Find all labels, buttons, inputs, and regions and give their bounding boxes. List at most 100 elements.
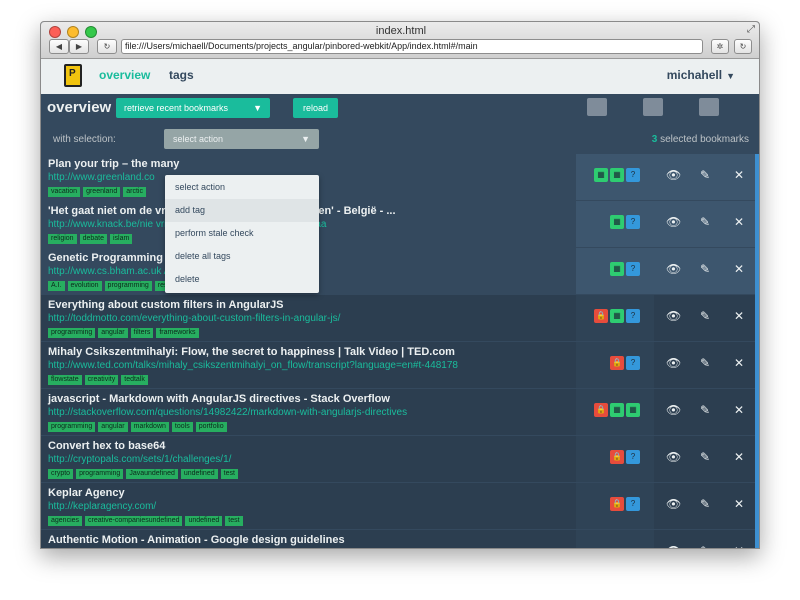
edit-icon[interactable]: ✎ (698, 450, 712, 464)
view-icon[interactable]: 👁 (666, 544, 681, 548)
delete-icon[interactable]: ✕ (732, 544, 746, 548)
user-menu[interactable]: michahell ▼ (667, 68, 735, 82)
tag-badge[interactable]: programming (76, 469, 124, 479)
refresh-button[interactable]: ↻ (734, 39, 752, 54)
delete-icon[interactable]: ✕ (732, 309, 746, 323)
bookmark-row[interactable]: 'Het gaat niet om de vrijh r om de vrijh… (41, 201, 755, 248)
browser-reload-button[interactable]: ↻ (97, 39, 117, 54)
bookmark-row[interactable]: Everything about custom filters in Angul… (41, 295, 755, 342)
tag-badge[interactable]: angular (98, 328, 128, 338)
bookmark-row[interactable]: Keplar Agency http://keplaragency.com/age… (41, 483, 755, 530)
status-green-icon[interactable]: ▦ (610, 309, 624, 323)
bookmark-url[interactable]: http://www.ted.com/talks/mihaly_csikszen… (48, 360, 458, 371)
tag-badge[interactable]: Javaundefined (126, 469, 178, 479)
settings-button[interactable]: ✲ (711, 39, 729, 54)
bookmark-main[interactable]: Everything about custom filters in Angul… (41, 295, 576, 341)
bookmark-main[interactable]: Mihaly Csikszentmihalyi: Flow, the secre… (41, 342, 576, 388)
bookmark-url[interactable]: http://toddmotto.com/everything-about-cu… (48, 313, 340, 324)
status-green-icon[interactable]: ▦ (610, 262, 624, 276)
edit-icon[interactable]: ✎ (698, 309, 712, 323)
bookmark-url[interactable]: http://keplaragency.com/ (48, 501, 156, 512)
bookmark-url[interactable]: http://cryptopals.com/sets/1/challenges/… (48, 454, 231, 465)
tag-badge[interactable]: portfolio (195, 422, 227, 432)
status-blue-icon[interactable]: ? (626, 168, 640, 182)
select-action-dropdown[interactable]: select action ▼ (164, 129, 319, 149)
scrollbar[interactable] (755, 154, 759, 548)
view-icon[interactable]: 👁 (666, 309, 681, 323)
tag-badge[interactable]: islam (110, 234, 133, 244)
delete-icon[interactable]: ✕ (732, 497, 746, 511)
toolbar-square-button-3[interactable] (699, 98, 719, 116)
edit-icon[interactable]: ✎ (698, 356, 712, 370)
edit-icon[interactable]: ✎ (698, 168, 712, 182)
retrieve-recent-bookmarks-dropdown[interactable]: retrieve recent bookmarks ▼ (116, 98, 270, 118)
delete-icon[interactable]: ✕ (732, 215, 746, 229)
status-green-icon[interactable]: ▦ (610, 215, 624, 229)
bookmark-row[interactable]: Convert hex to base64 http://cryptopals.c… (41, 436, 755, 483)
delete-icon[interactable]: ✕ (732, 356, 746, 370)
tag-badge[interactable]: undefined (180, 469, 218, 479)
bookmark-title[interactable]: Authentic Motion - Animation - Google de… (48, 534, 345, 546)
nav-tags[interactable]: tags (169, 68, 194, 82)
reload-button[interactable]: reload (293, 98, 338, 118)
tag-badge[interactable]: tedtalk (121, 375, 148, 385)
dropdown-option[interactable]: add tag (165, 199, 319, 222)
tag-badge[interactable]: arctic (123, 187, 146, 197)
tag-badge[interactable]: undefined (185, 516, 223, 526)
nav-overview[interactable]: overview (99, 68, 150, 82)
tag-badge[interactable]: angular (98, 422, 128, 432)
status-blue-icon[interactable]: ? (626, 356, 640, 370)
forward-button[interactable]: ▶ (69, 39, 89, 54)
status-red-icon[interactable]: 🔒 (610, 450, 624, 464)
tag-badge[interactable]: test (220, 469, 238, 479)
status-blue-icon[interactable]: ? (626, 262, 640, 276)
bookmark-row[interactable]: Genetic Programming Bib Angeline http://w… (41, 248, 755, 295)
tag-badge[interactable]: greenland (83, 187, 121, 197)
status-green-icon[interactable]: ▦ (626, 403, 640, 417)
view-icon[interactable]: 👁 (666, 450, 681, 464)
bookmark-main[interactable]: Keplar Agency http://keplaragency.com/age… (41, 483, 576, 529)
bookmark-title[interactable]: Convert hex to base64 (48, 440, 165, 452)
edit-icon[interactable]: ✎ (698, 497, 712, 511)
address-bar[interactable]: file:///Users/michaell/Documents/project… (121, 39, 703, 54)
tag-badge[interactable]: tools (171, 422, 193, 432)
tag-badge[interactable]: creativity (84, 375, 119, 385)
bookmark-title[interactable]: Plan your trip – the many (48, 158, 179, 170)
status-red-icon[interactable]: 🔒 (594, 403, 608, 417)
tag-badge[interactable]: creative-companiesundefined (85, 516, 183, 526)
tag-badge[interactable]: evolution (67, 281, 102, 291)
tag-badge[interactable]: A.I. (48, 281, 65, 291)
bookmark-row[interactable]: javascript - Markdown with AngularJS dir… (41, 389, 755, 436)
delete-icon[interactable]: ✕ (732, 168, 746, 182)
tag-badge[interactable]: markdown (130, 422, 169, 432)
view-icon[interactable]: 👁 (666, 356, 681, 370)
edit-icon[interactable]: ✎ (698, 215, 712, 229)
status-green-icon[interactable]: ▦ (610, 168, 624, 182)
status-blue-icon[interactable]: ? (626, 497, 640, 511)
status-red-icon[interactable]: 🔒 (610, 497, 624, 511)
tag-badge[interactable]: agencies (48, 516, 83, 526)
status-blue-icon[interactable]: ? (626, 450, 640, 464)
tag-badge[interactable]: test (225, 516, 243, 526)
bookmark-url[interactable]: http://www.google.com/design/spec/animat… (48, 548, 472, 549)
delete-icon[interactable]: ✕ (732, 403, 746, 417)
tag-badge[interactable]: frameworks (156, 328, 199, 338)
edit-icon[interactable]: ✎ (698, 544, 712, 548)
bookmark-row[interactable]: Authentic Motion - Animation - Google de… (41, 530, 755, 549)
tag-badge[interactable]: crypto (48, 469, 74, 479)
bookmark-row[interactable]: Plan your trip – the many http://www.gree… (41, 154, 755, 201)
tag-badge[interactable]: vacation (48, 187, 81, 197)
back-button[interactable]: ◀ (49, 39, 69, 54)
bookmark-title[interactable]: Mihaly Csikszentmihalyi: Flow, the secre… (48, 346, 455, 358)
status-green-icon[interactable]: ▦ (610, 403, 624, 417)
toolbar-square-button-1[interactable] (587, 98, 607, 116)
scrollbar-thumb[interactable] (755, 154, 759, 548)
tag-badge[interactable]: programming (104, 281, 152, 291)
status-red-icon[interactable]: 🔒 (610, 356, 624, 370)
bookmark-title[interactable]: Everything about custom filters in Angul… (48, 299, 284, 311)
logo[interactable]: P (64, 64, 82, 87)
status-blue-icon[interactable]: ? (626, 309, 640, 323)
dropdown-option[interactable]: delete all tags (165, 245, 319, 268)
bookmark-title[interactable]: javascript - Markdown with AngularJS dir… (48, 393, 390, 405)
bookmark-title[interactable]: Keplar Agency (48, 487, 125, 499)
